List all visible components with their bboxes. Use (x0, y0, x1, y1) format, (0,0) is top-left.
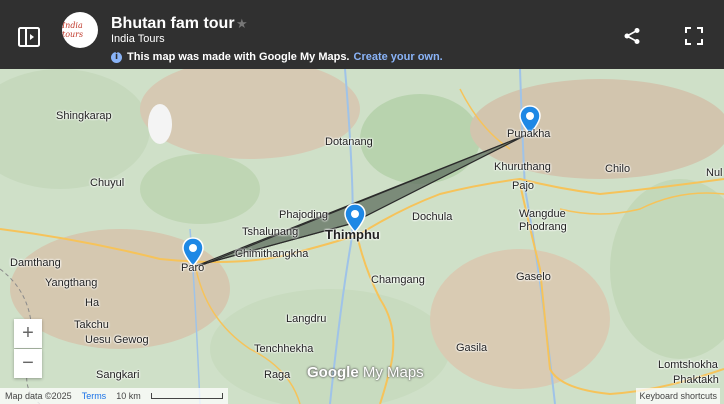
fullscreen-button[interactable] (681, 23, 707, 49)
zoom-out-button[interactable]: − (14, 349, 42, 378)
place-label-thimphu: Thimphu (325, 227, 380, 242)
place-label-phaktakha: Phaktakh (673, 374, 719, 386)
map-footer: Map data ©2025 Terms 10 km (0, 388, 228, 404)
place-label-gaselo: Gaselo (516, 271, 551, 283)
map-header: India tours Bhutan fam tour ★ India Tour… (0, 0, 724, 69)
scale-bar (150, 393, 223, 399)
share-button[interactable] (620, 24, 644, 48)
owner-logo: India tours (62, 12, 98, 48)
star-icon[interactable]: ★ (236, 16, 248, 32)
place-label-damthang: Damthang (10, 257, 61, 269)
place-label-chilo: Chilo (605, 163, 631, 175)
map-canvas[interactable]: Shingkarap Dotanang Punakha Khuruthang C… (0, 69, 724, 404)
map-title: Bhutan fam tour (111, 15, 235, 32)
create-your-own-link[interactable]: Create your own. (354, 51, 443, 63)
place-label-shingkarap: Shingkarap (56, 110, 112, 122)
info-text: This map was made with Google My Maps. (127, 51, 350, 63)
info-banner: i This map was made with Google My Maps.… (111, 51, 443, 63)
toggle-legend-button[interactable] (14, 22, 44, 52)
place-label-pajo: Pajo (512, 180, 535, 192)
fullscreen-icon (685, 27, 703, 45)
terms-link[interactable]: Terms (82, 391, 107, 401)
place-label-tenchhekha: Tenchhekha (254, 343, 314, 355)
place-label-lomtshokha: Lomtshokha (658, 359, 718, 371)
place-label-dotanang: Dotanang (325, 136, 373, 148)
place-label-langdru: Langdru (286, 313, 327, 325)
share-icon (624, 28, 640, 44)
place-label-chimithangkha: Chimithangkha (235, 248, 309, 260)
place-label-gasila: Gasila (456, 342, 488, 354)
place-label-phajoding: Phajoding (279, 209, 328, 221)
place-label-raga: Raga (264, 369, 291, 381)
place-label-wangdue: Wangdue Phodrang (519, 208, 567, 233)
info-icon: i (111, 51, 122, 63)
place-label-uesu-gewog: Uesu Gewog (85, 334, 149, 346)
sidebar-toggle-icon (18, 27, 40, 47)
place-label-ha: Ha (85, 297, 100, 309)
place-label-khuruthang: Khuruthang (494, 161, 551, 173)
place-label-chamgang: Chamgang (371, 274, 425, 286)
scale-label: 10 km (116, 391, 141, 401)
place-label-yangthang: Yangthang (45, 277, 98, 289)
place-label-takchu: Takchu (74, 319, 109, 331)
map-owner: India Tours (111, 33, 165, 45)
zoom-in-button[interactable]: + (14, 319, 42, 348)
google-my-maps-logo: Google My Maps (307, 364, 424, 381)
place-label-dochula: Dochula (412, 211, 453, 223)
place-label-chuyul: Chuyul (90, 177, 125, 189)
place-label-sangkari: Sangkari (96, 369, 140, 381)
place-label-tshalunang: Tshalunang (242, 226, 299, 238)
place-label-paro: Paro (181, 262, 205, 274)
place-label-punakha: Punakha (507, 128, 551, 140)
map-data-attribution: Map data ©2025 (5, 391, 72, 401)
keyboard-shortcuts-link[interactable]: Keyboard shortcuts (636, 388, 720, 404)
place-label-nul: Nul (706, 167, 723, 179)
